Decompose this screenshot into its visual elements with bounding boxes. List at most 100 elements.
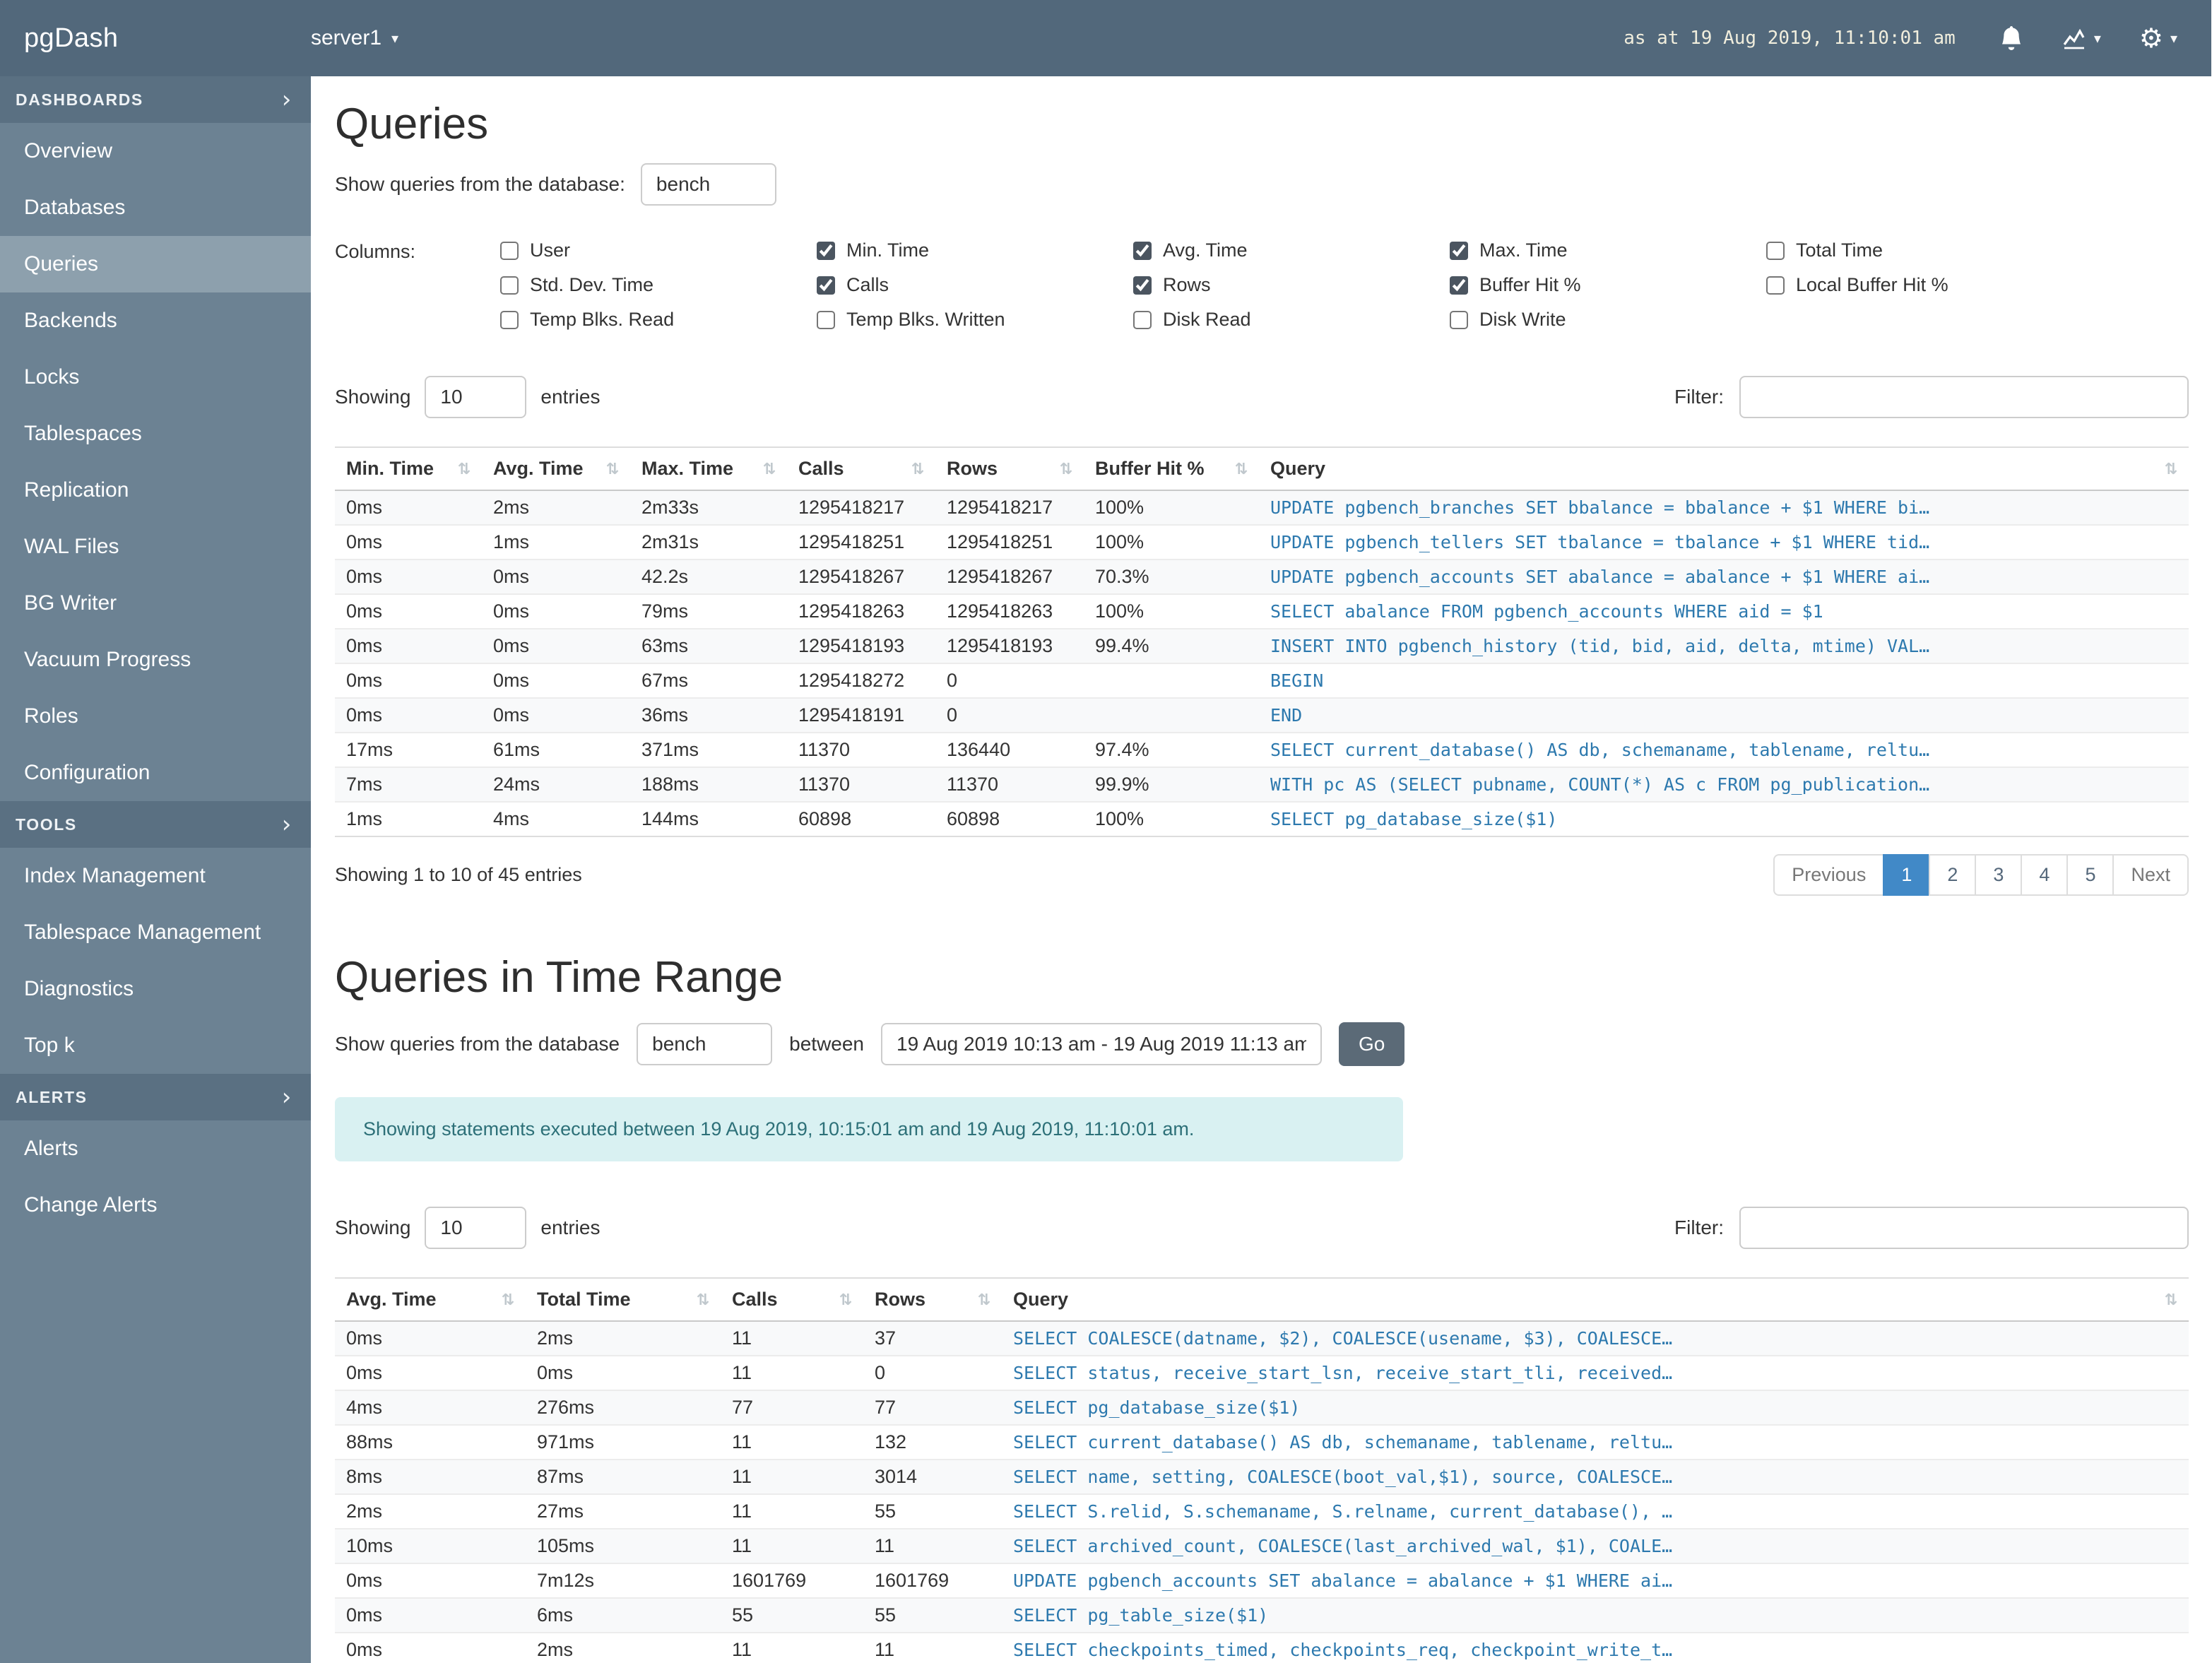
pagination-page-3[interactable]: 3 [1975,854,2023,896]
checkbox-avg-time[interactable] [1133,241,1152,260]
server-selector[interactable]: server1 ▾ [311,26,398,50]
sidebar-item-index-management[interactable]: Index Management [0,848,311,904]
column-header-calls[interactable]: Calls ⇅ [721,1277,863,1322]
pagination-page-2[interactable]: 2 [1929,854,1977,896]
sidebar-item-databases[interactable]: Databases [0,179,311,236]
column-toggle-temp-blks-read[interactable]: Temp Blks. Read [500,309,817,331]
sort-icon[interactable]: ⇅ [606,461,619,478]
column-header-query[interactable]: Query ⇅ [1259,446,2189,491]
query-link[interactable]: BEGIN [1270,670,1323,691]
column-header-max-time[interactable]: Max. Time ⇅ [630,446,787,491]
column-header-min-time[interactable]: Min. Time ⇅ [335,446,482,491]
query-link[interactable]: SELECT current_database() AS db, scheman… [1270,740,1929,760]
sort-icon[interactable]: ⇅ [1060,461,1072,478]
sidebar-item-configuration[interactable]: Configuration [0,745,311,801]
query-link[interactable]: UPDATE pgbench_branches SET bbalance = b… [1270,497,1929,518]
sidebar-item-replication[interactable]: Replication [0,462,311,519]
query-link[interactable]: SELECT pg_table_size($1) [1013,1605,1268,1626]
query-link[interactable]: END [1270,705,1302,726]
sort-icon[interactable]: ⇅ [839,1291,852,1309]
pagination-page-4[interactable]: 4 [2021,854,2069,896]
column-header-avg-time[interactable]: Avg. Time ⇅ [335,1277,526,1322]
column-toggle-buffer-hit[interactable]: Buffer Hit % [1450,274,1766,296]
sidebar-item-backends[interactable]: Backends [0,292,311,349]
sidebar-item-vacuum-progress[interactable]: Vacuum Progress [0,632,311,688]
sidebar-item-alerts[interactable]: Alerts [0,1120,311,1177]
query-link[interactable]: SELECT archived_count, COALESCE(last_arc… [1013,1536,1672,1556]
column-toggle-temp-blks-written[interactable]: Temp Blks. Written [817,309,1133,331]
checkbox-rows[interactable] [1133,276,1152,295]
query-link[interactable]: SELECT current_database() AS db, scheman… [1013,1432,1672,1452]
queries-entries-count-input[interactable] [425,376,527,418]
sort-icon[interactable]: ⇅ [502,1291,514,1309]
checkbox-std-dev-time[interactable] [500,276,519,295]
column-header-avg-time[interactable]: Avg. Time ⇅ [482,446,630,491]
sidebar-section-dashboards[interactable]: DASHBOARDS › [0,76,311,123]
checkbox-buffer-hit[interactable] [1450,276,1468,295]
sort-icon[interactable]: ⇅ [1235,461,1248,478]
query-link[interactable]: SELECT COALESCE(datname, $2), COALESCE(u… [1013,1328,1672,1349]
go-button[interactable]: Go [1339,1022,1405,1066]
sidebar-item-bg-writer[interactable]: BG Writer [0,575,311,632]
sidebar-section-alerts[interactable]: ALERTS › [0,1074,311,1120]
notifications-bell-icon[interactable] [1999,25,2023,51]
column-toggle-total-time[interactable]: Total Time [1766,239,2083,261]
column-header-query[interactable]: Query ⇅ [1002,1277,2189,1322]
sidebar-item-tablespace-management[interactable]: Tablespace Management [0,904,311,961]
query-link[interactable]: SELECT name, setting, COALESCE(boot_val,… [1013,1467,1672,1487]
sort-icon[interactable]: ⇅ [763,461,776,478]
tr-database-input[interactable] [637,1023,773,1065]
queries-filter-input[interactable] [1739,376,2189,418]
checkbox-temp-blks-read[interactable] [500,310,519,329]
sidebar-item-diagnostics[interactable]: Diagnostics [0,961,311,1017]
sidebar-item-overview[interactable]: Overview [0,123,311,179]
sort-icon[interactable]: ⇅ [978,1291,990,1309]
column-toggle-max-time[interactable]: Max. Time [1450,239,1766,261]
query-link[interactable]: INSERT INTO pgbench_history (tid, bid, a… [1270,636,1929,656]
checkbox-disk-write[interactable] [1450,310,1468,329]
query-link[interactable]: SELECT status, receive_start_lsn, receiv… [1013,1363,1672,1383]
column-toggle-std-dev-time[interactable]: Std. Dev. Time [500,274,817,296]
sidebar-item-locks[interactable]: Locks [0,349,311,406]
column-header-buffer-hit[interactable]: Buffer Hit % ⇅ [1084,446,1259,491]
query-link[interactable]: WITH pc AS (SELECT pubname, COUNT(*) AS … [1270,774,1929,795]
query-link[interactable]: UPDATE pgbench_accounts SET abalance = a… [1013,1570,1672,1591]
column-toggle-avg-time[interactable]: Avg. Time [1133,239,1450,261]
pagination-page-5[interactable]: 5 [2066,854,2115,896]
pagination-page-1[interactable]: 1 [1883,854,1931,896]
sidebar-item-change-alerts[interactable]: Change Alerts [0,1177,311,1233]
column-toggle-rows[interactable]: Rows [1133,274,1450,296]
checkbox-local-buffer-hit[interactable] [1766,276,1785,295]
settings-menu-button[interactable]: ⚙ ▾ [2139,25,2177,52]
pagination-next[interactable]: Next [2112,854,2189,896]
column-toggle-disk-read[interactable]: Disk Read [1133,309,1450,331]
tr-entries-count-input[interactable] [425,1207,527,1249]
sort-icon[interactable]: ⇅ [911,461,924,478]
sidebar-item-tablespaces[interactable]: Tablespaces [0,406,311,462]
sort-icon[interactable]: ⇅ [2165,1291,2177,1309]
query-link[interactable]: UPDATE pgbench_tellers SET tbalance = tb… [1270,532,1929,552]
column-toggle-disk-write[interactable]: Disk Write [1450,309,1766,331]
checkbox-total-time[interactable] [1766,241,1785,260]
sidebar-item-top-k[interactable]: Top k [0,1017,311,1074]
query-link[interactable]: SELECT pg_database_size($1) [1013,1397,1300,1418]
query-link[interactable]: SELECT pg_database_size($1) [1270,809,1557,829]
pagination-previous[interactable]: Previous [1773,854,1885,896]
time-range-input[interactable] [881,1023,1323,1065]
query-link[interactable]: SELECT checkpoints_timed, checkpoints_re… [1013,1640,1672,1660]
sort-icon[interactable]: ⇅ [697,1291,709,1309]
checkbox-temp-blks-written[interactable] [817,310,835,329]
sort-icon[interactable]: ⇅ [2165,461,2177,478]
queries-database-input[interactable] [640,163,776,206]
column-header-rows[interactable]: Rows ⇅ [863,1277,1002,1322]
query-link[interactable]: SELECT abalance FROM pgbench_accounts WH… [1270,601,1823,622]
sidebar-item-wal-files[interactable]: WAL Files [0,519,311,575]
column-header-total-time[interactable]: Total Time ⇅ [526,1277,721,1322]
checkbox-max-time[interactable] [1450,241,1468,260]
sidebar-section-tools[interactable]: TOOLS › [0,801,311,848]
checkbox-disk-read[interactable] [1133,310,1152,329]
query-link[interactable]: UPDATE pgbench_accounts SET abalance = a… [1270,567,1929,587]
checkbox-min-time[interactable] [817,241,835,260]
tr-filter-input[interactable] [1739,1207,2189,1249]
sidebar-item-queries[interactable]: Queries [0,236,311,292]
